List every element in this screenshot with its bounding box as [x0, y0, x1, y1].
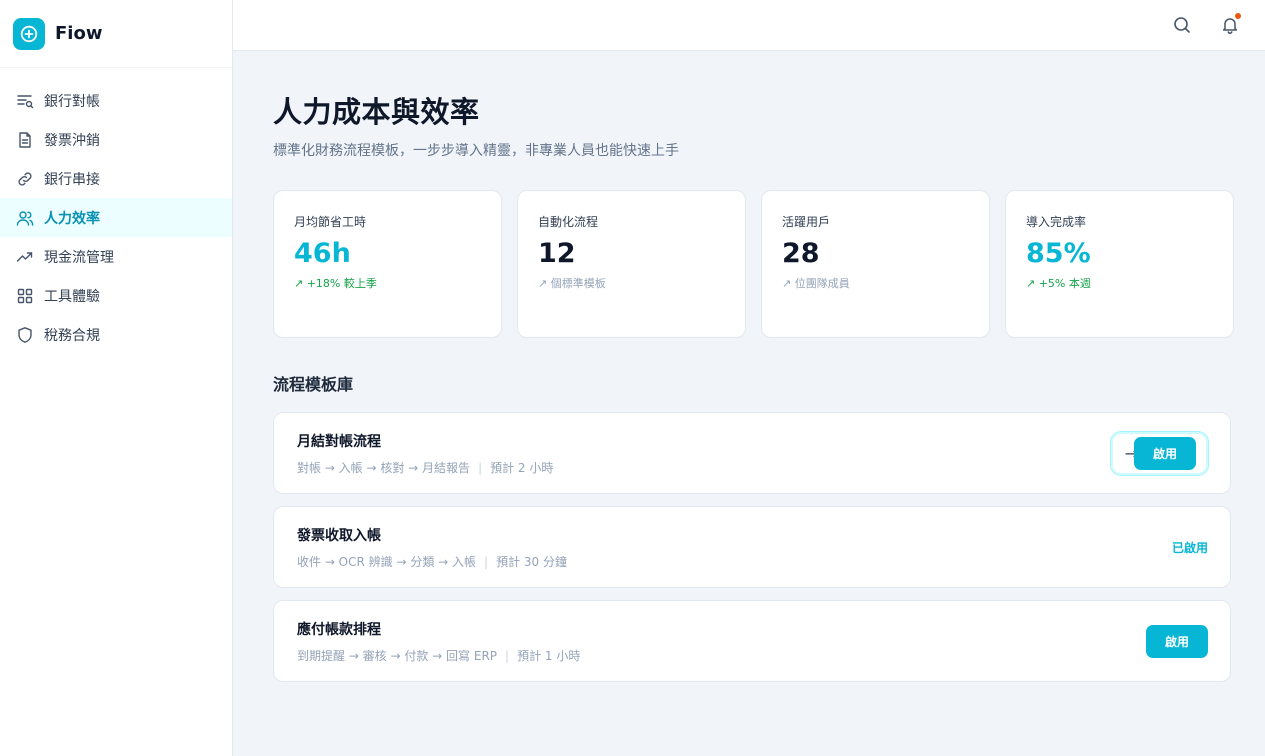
stats-row: 月均節省工時 46h ↗ +18% 較上季 自動化流程 12 ↗ 個標準模板 活… — [273, 190, 1234, 338]
sidebar-nav: 銀行對帳 發票沖銷 銀行串接 人力效率 現金流管理 工具體驗 稅務合規 — [0, 68, 232, 354]
sidebar-item-bank-connect[interactable]: 銀行串接 — [0, 159, 232, 198]
bell-icon[interactable] — [1220, 13, 1241, 35]
divider: | — [505, 648, 510, 663]
stat-value: 28 — [782, 238, 820, 269]
stat-value: 12 — [538, 238, 576, 269]
stat-card-completion-rate: 導入完成率 85% ↗ +5% 本週 — [1005, 190, 1234, 338]
stat-card-hours-saved: 月均節省工時 46h ↗ +18% 較上季 — [273, 190, 502, 338]
sidebar-item-invoice-writeoff[interactable]: 發票沖銷 — [0, 120, 232, 159]
sidebar-item-bank-reconciliation[interactable]: 銀行對帳 — [0, 81, 232, 120]
stat-note: ↗ +18% 較上季 — [294, 277, 377, 290]
template-row: 發票收取入帳 收件 → OCR 辨識 → 分類 → 入帳 | 預計 30 分鐘 已啟… — [273, 506, 1231, 588]
page-subtitle: 標準化財務流程模板，一步步導入精靈，非專業人員也能快速上手 — [273, 143, 679, 159]
template-info: 應付帳款排程 到期提醒 → 審核 → 付款 → 回寫 ERP | 預計 1 小時 — [297, 619, 580, 664]
document-icon — [16, 131, 34, 149]
main-area: 人力成本與效率 標準化財務流程模板，一步步導入精靈，非專業人員也能快速上手 月均… — [233, 0, 1265, 756]
topbar — [233, 0, 1265, 51]
stat-value: 46h — [294, 238, 351, 269]
sidebar-item-cashflow[interactable]: 現金流管理 — [0, 237, 232, 276]
brand-name: Fiow — [55, 23, 103, 44]
sidebar-item-label: 現金流管理 — [44, 249, 114, 266]
template-steps-flow: 收件 → OCR 辨識 → 分類 → 入帳 — [297, 554, 477, 569]
enable-button[interactable]: 啟用 — [1134, 436, 1196, 470]
notification-dot — [1235, 13, 1241, 19]
stat-note: ↗ 個標準模板 — [538, 277, 606, 290]
template-steps-flow: 到期提醒 → 審核 → 付款 → 回寫 ERP — [297, 648, 498, 663]
sidebar: Fiow 銀行對帳 發票沖銷 銀行串接 人力效率 現金流管理 工具體驗 稅務合規 — [0, 0, 233, 756]
filter-search-icon — [16, 92, 34, 110]
enable-button-focus-ring: → 啟用 — [1110, 431, 1208, 475]
template-estimate: 預計 30 分鐘 — [496, 554, 567, 569]
template-estimate: 預計 1 小時 — [517, 648, 581, 663]
stat-card-automated-flows: 自動化流程 12 ↗ 個標準模板 — [517, 190, 746, 338]
template-name: 發票收取入帳 — [297, 527, 381, 544]
template-list: 月結對帳流程 對帳 → 入帳 → 核對 → 月結報告 | 預計 2 小時 → 啟用 … — [273, 412, 1234, 682]
template-steps: 收件 → OCR 辨識 → 分類 → 入帳 | 預計 30 分鐘 — [297, 553, 567, 570]
brand[interactable]: Fiow — [0, 0, 232, 68]
template-estimate: 預計 2 小時 — [490, 460, 554, 475]
template-info: 發票收取入帳 收件 → OCR 辨識 → 分類 → 入帳 | 預計 30 分鐘 — [297, 525, 567, 570]
template-steps: 對帳 → 入帳 → 核對 → 月結報告 | 預計 2 小時 — [297, 459, 553, 476]
sidebar-item-tools[interactable]: 工具體驗 — [0, 276, 232, 315]
template-row: 月結對帳流程 對帳 → 入帳 → 核對 → 月結報告 | 預計 2 小時 → 啟用 — [273, 412, 1231, 494]
sidebar-item-label: 發票沖銷 — [44, 132, 100, 149]
page-content: 人力成本與效率 標準化財務流程模板，一步步導入精靈，非專業人員也能快速上手 月均… — [233, 51, 1265, 682]
template-row: 應付帳款排程 到期提醒 → 審核 → 付款 → 回寫 ERP | 預計 1 小時 啟… — [273, 600, 1231, 682]
template-info: 月結對帳流程 對帳 → 入帳 → 核對 → 月結報告 | 預計 2 小時 — [297, 431, 553, 476]
stat-label: 導入完成率 — [1026, 215, 1087, 229]
shield-icon — [16, 326, 34, 344]
sidebar-item-label: 銀行對帳 — [44, 93, 100, 110]
trending-up-icon — [16, 248, 34, 266]
stat-label: 自動化流程 — [538, 215, 599, 229]
page-title: 人力成本與效率 — [273, 95, 480, 129]
stat-label: 月均節省工時 — [294, 215, 367, 229]
enable-button[interactable]: 啟用 — [1146, 624, 1208, 658]
section-title: 流程模板庫 — [273, 375, 354, 394]
sidebar-item-label: 人力效率 — [44, 210, 100, 227]
template-steps: 到期提醒 → 審核 → 付款 → 回寫 ERP | 預計 1 小時 — [297, 647, 580, 664]
stat-label: 活躍用戶 — [782, 215, 831, 229]
template-name: 月結對帳流程 — [297, 433, 381, 450]
enabled-status: 已啟用 — [1171, 540, 1208, 555]
template-steps-flow: 對帳 → 入帳 → 核對 → 月結報告 — [297, 460, 471, 475]
sidebar-item-tax-compliance[interactable]: 稅務合規 — [0, 315, 232, 354]
template-name: 應付帳款排程 — [297, 621, 381, 638]
search-icon[interactable] — [1172, 15, 1192, 35]
sidebar-item-label: 銀行串接 — [44, 171, 100, 188]
link-icon — [16, 170, 34, 188]
brand-logo-icon — [13, 17, 45, 50]
stat-card-active-users: 活躍用戶 28 ↗ 位團隊成員 — [761, 190, 990, 338]
users-icon — [16, 209, 34, 227]
sidebar-item-workforce-efficiency[interactable]: 人力效率 — [0, 198, 232, 237]
divider: | — [478, 460, 483, 475]
divider: | — [484, 554, 489, 569]
stat-value: 85% — [1026, 238, 1091, 269]
sidebar-item-label: 工具體驗 — [44, 288, 100, 305]
grid-icon — [16, 287, 34, 305]
stat-note: ↗ 位團隊成員 — [782, 277, 850, 290]
sidebar-item-label: 稅務合規 — [44, 327, 100, 344]
stat-note: ↗ +5% 本週 — [1026, 277, 1091, 290]
